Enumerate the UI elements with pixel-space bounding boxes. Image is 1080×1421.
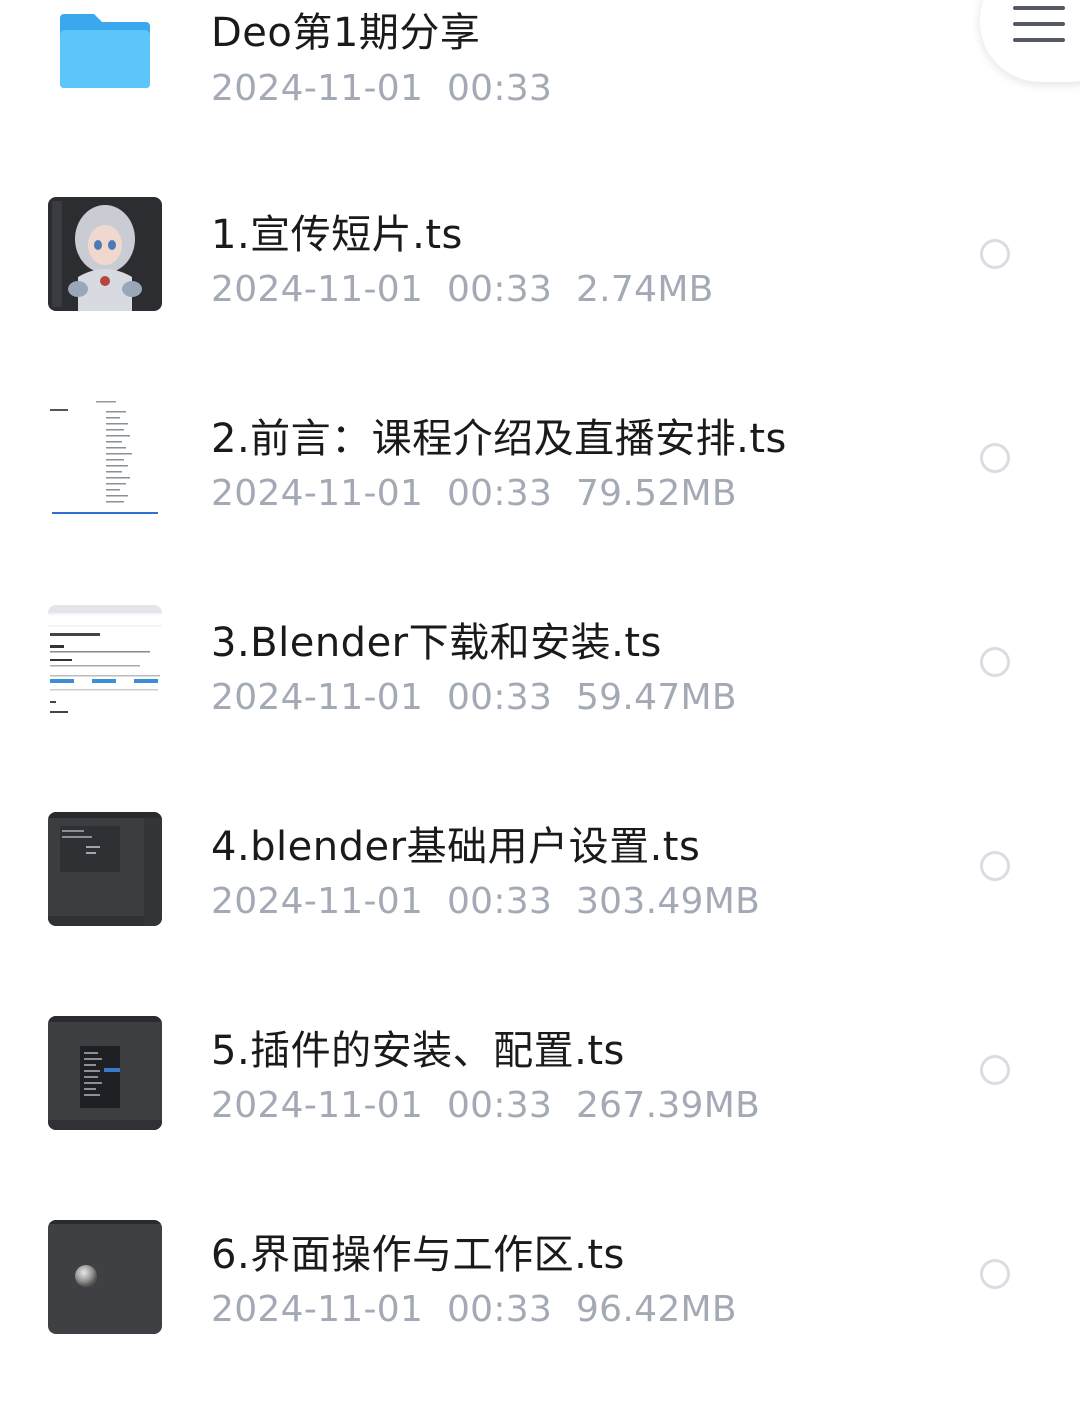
file-size: 59.47MB (575, 677, 737, 718)
file-meta: 2024-11-01 00:33 2.74MB (211, 269, 714, 310)
file-meta: 2024-11-01 00:33 79.52MB (211, 473, 737, 514)
blender-menu-thumbnail (48, 1016, 162, 1130)
select-radio[interactable] (980, 851, 1010, 881)
file-date: 2024-11-01 (211, 1085, 424, 1126)
select-radio[interactable] (980, 1055, 1010, 1085)
document-thumbnail (48, 401, 162, 515)
select-radio[interactable] (980, 647, 1010, 677)
file-date: 2024-11-01 (211, 881, 424, 922)
file-date: 2024-11-01 (211, 677, 424, 718)
webpage-thumbnail (48, 605, 162, 719)
file-name: 2.前言：课程介绍及直播安排.ts (211, 416, 787, 462)
file-name: 5.插件的安装、配置.ts (211, 1028, 625, 1074)
select-radio[interactable] (980, 1259, 1010, 1289)
folder-time: 00:33 (446, 68, 553, 109)
folder-name: Deo第1期分享 (211, 10, 481, 56)
file-size: 79.52MB (575, 473, 737, 514)
file-size: 303.49MB (575, 881, 761, 922)
file-date: 2024-11-01 (211, 1289, 424, 1330)
file-row[interactable]: 6.界面操作与工作区.ts 2024-11-01 00:33 96.42MB (0, 1217, 1080, 1421)
file-row[interactable]: 4.blender基础用户设置.ts 2024-11-01 00:33 303.… (0, 809, 1080, 1013)
file-name: 3.Blender下载和安装.ts (211, 620, 662, 666)
select-radio[interactable] (980, 239, 1010, 269)
character-render-thumbnail (48, 197, 162, 311)
file-date: 2024-11-01 (211, 473, 424, 514)
file-time: 00:33 (446, 1289, 553, 1330)
file-date: 2024-11-01 (211, 269, 424, 310)
file-row[interactable]: 3.Blender下载和安装.ts 2024-11-01 00:33 59.47… (0, 605, 1080, 809)
file-name: 4.blender基础用户设置.ts (211, 824, 701, 870)
file-meta: 2024-11-01 00:33 96.42MB (211, 1289, 737, 1330)
blender-sphere-thumbnail (48, 1220, 162, 1334)
file-name: 6.界面操作与工作区.ts (211, 1232, 625, 1278)
file-size: 267.39MB (575, 1085, 761, 1126)
file-size: 2.74MB (575, 269, 714, 310)
file-row[interactable]: 2.前言：课程介绍及直播安排.ts 2024-11-01 00:33 79.52… (0, 401, 1080, 605)
file-meta: 2024-11-01 00:33 303.49MB (211, 881, 760, 922)
file-meta: 2024-11-01 00:33 267.39MB (211, 1085, 760, 1126)
file-time: 00:33 (446, 1085, 553, 1126)
file-time: 00:33 (446, 677, 553, 718)
file-name: 1.宣传短片.ts (211, 212, 463, 258)
file-size: 96.42MB (575, 1289, 737, 1330)
blender-settings-thumbnail (48, 812, 162, 926)
file-meta: 2024-11-01 00:33 59.47MB (211, 677, 737, 718)
file-row[interactable]: 1.宣传短片.ts 2024-11-01 00:33 2.74MB (0, 197, 1080, 401)
file-list: Deo第1期分享 2024-11-01 00:33 1.宣传短片.ts 2024… (0, 0, 1080, 1378)
file-row[interactable]: 5.插件的安装、配置.ts 2024-11-01 00:33 267.39MB (0, 1013, 1080, 1217)
folder-date: 2024-11-01 (211, 68, 424, 109)
select-radio[interactable] (980, 443, 1010, 473)
file-time: 00:33 (446, 269, 553, 310)
file-time: 00:33 (446, 473, 553, 514)
folder-meta: 2024-11-01 00:33 (211, 68, 552, 109)
folder-row[interactable]: Deo第1期分享 2024-11-01 00:33 (0, 0, 1080, 204)
folder-icon (60, 14, 150, 88)
file-time: 00:33 (446, 881, 553, 922)
